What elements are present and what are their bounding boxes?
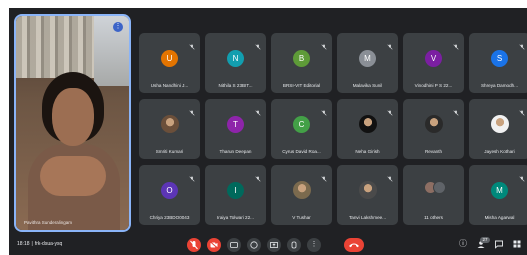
mic-muted-icon [255,37,261,50]
raise-hand-icon[interactable] [287,238,301,252]
participant-name: Smriti Kumari [155,149,184,154]
mic-muted-icon [321,103,327,116]
participant-tile[interactable]: Tanvi Lakshmee... [337,165,398,225]
profile-photo [424,115,443,133]
participant-tile[interactable]: T Tharun Deepan [205,99,266,159]
mic-muted-icon [519,37,525,50]
activities-icon[interactable] [512,239,522,249]
participant-tile[interactable]: V Tushar [271,165,332,225]
participant-name: Tharun Deepan [219,149,252,154]
participant-name: Jayesh Kothari [484,149,515,154]
meeting-code: frk-dsua-ysq [34,241,63,247]
mic-muted-icon [453,37,459,50]
end-call-icon[interactable] [344,238,364,252]
avatar: V [425,50,442,67]
speaker-face [52,88,94,146]
mic-muted-icon [519,103,525,116]
present-screen-icon[interactable] [267,238,281,252]
participant-name: Iraiya Tolwari 22... [217,215,254,220]
bottom-bar: 18:18 | frk-dsua-ysq ⋮ ⓘ 27 [9,234,527,255]
pinned-speaker-tile[interactable]: ⋮ Pavithra Sunderalingam [16,16,129,230]
people-count: 27 [480,237,490,243]
chat-icon[interactable] [494,239,504,249]
mic-muted-icon [387,103,393,116]
participant-tile[interactable]: Jayesh Kothari [469,99,527,159]
captions-icon[interactable] [227,238,241,252]
avatar: M [359,50,376,67]
participant-name: Malavika Sunil [352,83,383,88]
participant-tile[interactable]: O Chriya 23BDO0043 [139,165,200,225]
avatar: O [161,182,178,199]
participant-tile[interactable]: V Vinodhini P S 22... [403,33,464,93]
participant-tile[interactable]: N Nithila S 23BIT... [205,33,266,93]
profile-photo [160,115,179,133]
avatar: S [491,50,508,67]
participant-tile[interactable]: M Malavika Sunil [337,33,398,93]
avatar: C [293,116,310,133]
speaker-name: Pavithra Sunderalingam [24,220,73,225]
participant-name: V Tushar [292,215,311,220]
meeting-details-icon[interactable]: ⓘ [458,239,468,249]
mic-muted-icon [189,169,195,182]
participant-name: Neha Girish [355,149,380,154]
meeting-time: 18:18 [17,241,30,247]
mic-muted-icon [321,37,327,50]
participant-name: Vinodhini P S 22... [414,83,453,88]
window-background [94,16,129,86]
participant-tile[interactable]: B BRSI-VIT Editorial [271,33,332,93]
participant-tile[interactable]: Revanth [403,99,464,159]
participant-name: Revanth [424,149,443,154]
participant-tile[interactable]: Neha Girish [337,99,398,159]
avatar: T [227,116,244,133]
mic-muted-icon [189,103,195,116]
participant-tile[interactable]: U Usha Nandhini J... [139,33,200,93]
meet-window: ⋮ Pavithra Sunderalingam U Usha Nandhini … [9,8,527,255]
participant-tile[interactable]: C Cyrus David Roa... [271,99,332,159]
mic-muted-icon [387,37,393,50]
participant-tile[interactable]: S Shreya Damodh... [469,33,527,93]
mic-muted-icon [453,103,459,116]
mic-muted-icon [189,37,195,50]
profile-photo [292,181,311,199]
speaking-indicator-icon: ⋮ [113,22,123,32]
camera-off-icon[interactable] [207,238,221,252]
participant-name: Tanvi Lakshmee... [348,215,387,220]
more-options-icon[interactable]: ⋮ [307,238,321,252]
mic-muted-icon [387,169,393,182]
people-icon[interactable]: 27 [476,237,490,249]
participant-tile[interactable]: Smriti Kumari [139,99,200,159]
speaker-hands [40,156,106,196]
participant-tile[interactable]: M Misha Agarwal [469,165,527,225]
participant-name: Chriya 23BDO0043 [149,215,190,220]
profile-photo [358,181,377,199]
participant-name: Shreya Damodh... [480,83,519,88]
avatar: N [227,50,244,67]
participant-name: Usha Nandhini J... [150,83,189,88]
mic-muted-icon [255,169,261,182]
mic-muted-icon [519,169,525,182]
mic-off-icon[interactable] [187,238,201,252]
participant-tile[interactable]: I Iraiya Tolwari 22... [205,165,266,225]
emoji-icon[interactable] [247,238,261,252]
participant-name: Misha Agarwal [484,215,515,220]
meeting-info: 18:18 | frk-dsua-ysq [17,241,63,247]
others-avatars [422,179,446,199]
avatar: B [293,50,310,67]
mic-muted-icon [321,169,327,182]
avatar: M [491,182,508,199]
avatar: I [227,182,244,199]
participant-name: Nithila S 23BIT... [218,83,253,88]
mic-muted-icon [255,103,261,116]
avatar: U [161,50,178,67]
participant-name: BRSI-VIT Editorial [282,83,321,88]
profile-photo [490,115,509,133]
profile-photo [358,115,377,133]
participant-name: 11 others [424,215,443,220]
participant-name: Cyrus David Roa... [282,149,321,154]
participant-tile[interactable]: 11 others [403,165,464,225]
